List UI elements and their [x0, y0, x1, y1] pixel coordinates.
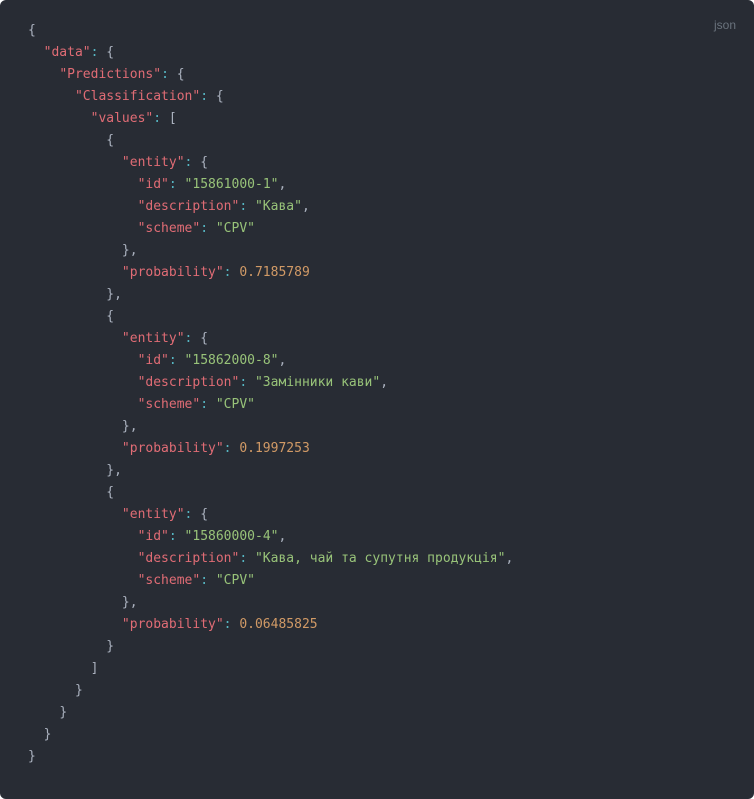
code-content: { "data": { "Predictions": { "Classifica…	[28, 20, 726, 768]
code-block: json { "data": { "Predictions": { "Class…	[0, 0, 754, 799]
language-label: json	[714, 14, 736, 36]
